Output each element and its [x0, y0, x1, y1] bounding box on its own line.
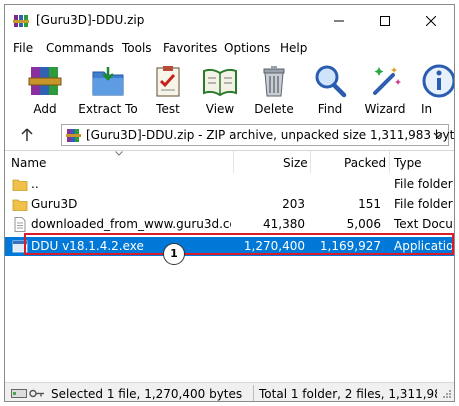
status-total: Total 1 folder, 2 files, 1,311,983 bytes: [259, 387, 437, 401]
magnifier-icon: [315, 65, 347, 98]
delete-button[interactable]: Delete: [249, 61, 299, 119]
toolbar: Add Extract To Test View Delete Find Wiz…: [5, 59, 454, 121]
archive-icon: [66, 129, 81, 142]
list-item-text-document[interactable]: downloaded_from_www.guru3d.co... 41,380 …: [5, 215, 454, 234]
title-bar: [Guru3D]-DDU.zip: [5, 5, 454, 37]
path-text: [Guru3D]-DDU.zip - ZIP archive, unpacked…: [86, 128, 455, 142]
menu-options[interactable]: Options: [224, 41, 270, 55]
info-icon: [422, 64, 454, 98]
row-packed: 5,006: [346, 217, 381, 231]
row-name: ..: [31, 177, 39, 191]
wizard-button[interactable]: Wizard: [357, 61, 413, 119]
drive-key-icon[interactable]: [11, 387, 45, 400]
column-divider[interactable]: [310, 151, 311, 173]
window-title: [Guru3D]-DDU.zip: [36, 13, 145, 27]
menu-bar: File Commands Tools Favorites Options He…: [5, 38, 454, 58]
status-divider: [253, 385, 254, 401]
row-type: Text Document: [394, 217, 454, 231]
chevron-down-icon[interactable]: [433, 131, 443, 139]
test-label: Test: [156, 102, 180, 116]
trash-can-icon: [263, 66, 285, 97]
column-divider[interactable]: [233, 151, 234, 173]
test-button[interactable]: Test: [145, 61, 191, 119]
folder-icon: [12, 179, 28, 191]
menu-help[interactable]: Help: [280, 41, 307, 55]
view-label: View: [205, 102, 235, 116]
resize-grip-icon[interactable]: [442, 389, 452, 399]
clipboard-check-icon: [156, 66, 180, 97]
folder-extract-icon: [92, 67, 124, 96]
address-bar: [Guru3D]-DDU.zip - ZIP archive, unpacked…: [5, 121, 454, 149]
sort-caret-icon: [115, 151, 123, 156]
column-divider[interactable]: [389, 151, 390, 173]
row-size: 41,380: [263, 217, 305, 231]
books-add-icon: [28, 67, 62, 95]
folder-icon: [12, 199, 28, 211]
extract-to-button[interactable]: Extract To: [73, 61, 143, 119]
view-button[interactable]: View: [195, 61, 245, 119]
maximize-button[interactable]: [362, 5, 408, 37]
up-arrow-icon[interactable]: [19, 127, 35, 143]
minimize-button[interactable]: [316, 5, 362, 37]
info-label: In: [421, 102, 433, 116]
column-header-packed[interactable]: Packed: [344, 151, 386, 173]
app-window: [Guru3D]-DDU.zip File Commands Tools Fav…: [4, 4, 455, 402]
close-icon: [426, 16, 436, 26]
open-book-icon: [203, 68, 237, 97]
row-size: 203: [282, 197, 305, 211]
delete-label: Delete: [254, 102, 294, 116]
column-header-size[interactable]: Size: [283, 151, 308, 173]
maximize-icon: [380, 16, 390, 26]
row-name: downloaded_from_www.guru3d.co...: [31, 217, 231, 231]
status-selection: Selected 1 file, 1,270,400 bytes: [51, 387, 243, 401]
path-combobox[interactable]: [Guru3D]-DDU.zip - ZIP archive, unpacked…: [61, 124, 454, 146]
menu-favorites[interactable]: Favorites: [163, 41, 217, 55]
list-item-guru3d[interactable]: Guru3D 203 151 File folder: [5, 195, 454, 214]
menu-commands[interactable]: Commands: [46, 41, 114, 55]
list-item-parent[interactable]: .. File folder: [5, 175, 454, 194]
minimize-icon: [334, 20, 344, 22]
file-list: Name Size Packed Type .. File folder Gur…: [5, 150, 454, 385]
extract-to-label: Extract To: [78, 102, 138, 116]
row-name: Guru3D: [31, 197, 78, 211]
wizard-label: Wizard: [364, 102, 406, 116]
add-label: Add: [33, 102, 57, 116]
column-header-type[interactable]: Type: [394, 151, 422, 173]
menu-tools[interactable]: Tools: [122, 41, 152, 55]
menu-file[interactable]: File: [13, 41, 33, 55]
row-packed: 151: [358, 197, 381, 211]
magic-wand-icon: [373, 67, 401, 95]
highlight-box: [24, 233, 454, 255]
find-label: Find: [317, 102, 343, 116]
text-file-icon: [14, 217, 26, 232]
info-button[interactable]: In: [415, 61, 454, 119]
row-type: File folder: [394, 177, 453, 191]
close-button[interactable]: [408, 5, 454, 37]
column-header-name[interactable]: Name: [11, 151, 46, 173]
row-type: File folder: [394, 197, 453, 211]
add-button[interactable]: Add: [19, 61, 71, 119]
step-marker: 1: [163, 243, 185, 265]
winrar-app-icon: [13, 15, 29, 27]
find-button[interactable]: Find: [305, 61, 355, 119]
status-bar: Selected 1 file, 1,270,400 bytes Total 1…: [5, 382, 454, 401]
